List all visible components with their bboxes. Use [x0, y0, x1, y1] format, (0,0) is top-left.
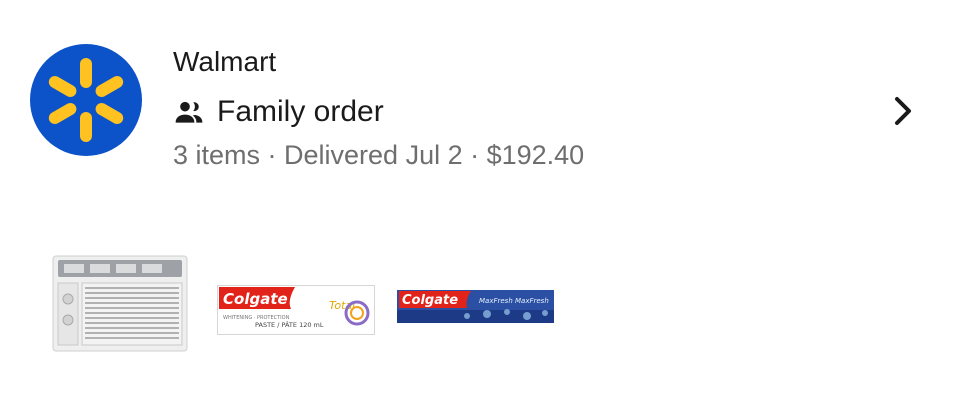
air-conditioner-thumbnail [52, 255, 188, 352]
svg-text:Colgate: Colgate [402, 293, 458, 308]
people-icon [175, 101, 203, 123]
order-summary: 3 items · Delivered Jul 2 · $192.40 [173, 140, 585, 170]
walmart-logo [30, 44, 142, 156]
order-type: Family order [173, 95, 384, 129]
svg-text:MaxFresh: MaxFresh [479, 297, 513, 305]
order-card[interactable]: Walmart Family order 3 items · Delivered… [0, 0, 960, 416]
chevron-right-icon[interactable] [888, 94, 918, 128]
toothpaste-thumbnail: Colgate MaxFresh MaxFresh [397, 290, 554, 323]
walmart-spark-icon [48, 58, 124, 142]
svg-text:MaxFresh: MaxFresh [515, 297, 549, 305]
store-name: Walmart [173, 46, 277, 77]
svg-text:PASTE / PÂTE 120 mL: PASTE / PÂTE 120 mL [255, 320, 324, 329]
svg-text:Colgate: Colgate [223, 290, 288, 308]
toothpaste-thumbnail: Colgate Total WHITENING · PROTECTION PAS… [217, 285, 375, 335]
order-type-label: Family order [217, 95, 384, 128]
